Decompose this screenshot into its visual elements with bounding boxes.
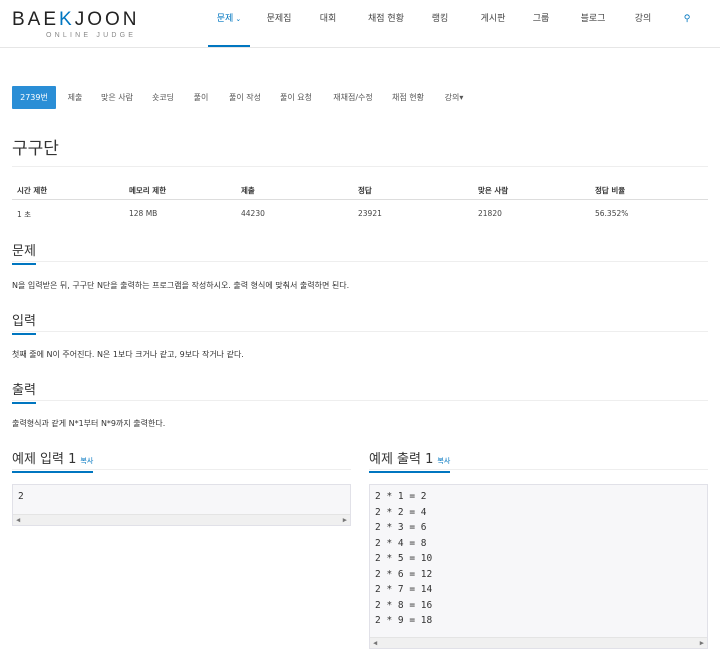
top-navbar: BAEKJOON ONLINE JUDGE 문제 ⌄ 문제집 대회 채점 현황 랭… [0, 0, 720, 48]
copy-sample-input-button[interactable]: 복사 [80, 457, 93, 465]
sample-output-content: 2 * 1 = 2 2 * 2 = 4 2 * 3 = 6 2 * 4 = 8 … [375, 491, 433, 626]
tab-short-coding[interactable]: 숏코딩 [150, 86, 176, 109]
output-text: 출력형식과 같게 N*1부터 N*9까지 출력한다. [12, 419, 166, 428]
description-section-header: 문제 [12, 240, 708, 265]
page-title: 구구단 [12, 139, 59, 159]
header-memory-limit: 메모리 제한 [129, 186, 167, 195]
scroll-right-icon[interactable]: ▶ [700, 639, 704, 647]
tab-submit[interactable]: 제출 [66, 86, 84, 109]
header-accepted: 정답 [358, 186, 372, 195]
sample-input-content: 2 [18, 491, 24, 502]
value-submissions: 44230 [241, 209, 265, 218]
description-text: N을 입력받은 뒤, 구구단 N단을 출력하는 프로그램을 작성하시오. 출력 … [12, 281, 350, 290]
tab-write-solution[interactable]: 풀이 작성 [228, 86, 262, 109]
sample-output-block[interactable]: 2 * 1 = 2 2 * 2 = 4 2 * 3 = 6 2 * 4 = 8 … [369, 484, 708, 649]
tab-accepted-users[interactable]: 맞은 사람 [100, 86, 134, 109]
horizontal-scrollbar[interactable]: ◀ ▶ [370, 637, 707, 648]
table-row: 1 초 128 MB 44230 23921 21820 56.352% [12, 204, 708, 224]
search-icon[interactable]: ⚲ [680, 0, 694, 46]
nav-item-blog[interactable]: 블로그 [579, 0, 607, 46]
value-memory-limit: 128 MB [129, 209, 158, 218]
scroll-left-icon[interactable]: ◀ [16, 516, 20, 524]
output-section-header: 출력 [12, 379, 708, 404]
nav-item-ranking[interactable]: 랭킹 [430, 0, 450, 46]
tab-request-solution[interactable]: 풀이 요청 [279, 86, 313, 109]
nav-item-problems[interactable]: 문제 ⌄ [208, 0, 250, 47]
nav-item-board[interactable]: 게시판 [478, 0, 508, 46]
scroll-right-icon[interactable]: ▶ [343, 516, 347, 524]
nav-item-lecture[interactable]: 강의 [633, 0, 653, 46]
header-accepted-users: 맞은 사람 [478, 186, 509, 195]
nav-item-status[interactable]: 채점 현황 [366, 0, 406, 46]
nav-item-contest[interactable]: 대회 [316, 0, 340, 46]
site-logo[interactable]: BAEKJOON ONLINE JUDGE [12, 9, 140, 40]
header-submissions: 제출 [241, 186, 255, 195]
title-divider [12, 166, 708, 167]
tab-solutions[interactable]: 풀이 [192, 86, 210, 109]
scroll-left-icon[interactable]: ◀ [373, 639, 377, 647]
value-accepted: 23921 [358, 209, 382, 218]
nav-item-group[interactable]: 그룹 [531, 0, 551, 46]
tab-lecture[interactable]: 강의▾ [442, 86, 466, 109]
input-section-header: 입력 [12, 310, 708, 335]
nav-item-workbook[interactable]: 문제집 [264, 0, 294, 46]
header-accept-ratio: 정답 비율 [595, 186, 626, 195]
tab-rejudge[interactable]: 재채점/수정 [331, 86, 375, 109]
sample-input-header: 예제 입력 1 복사 [12, 448, 351, 473]
horizontal-scrollbar[interactable]: ◀ ▶ [13, 514, 350, 525]
sample-output-header: 예제 출력 1 복사 [369, 448, 708, 473]
logo-wordmark: BAEKJOON [12, 9, 140, 30]
input-text: 첫째 줄에 N이 주어진다. N은 1보다 크거나 같고, 9보다 작거나 같다… [12, 350, 244, 359]
header-time-limit: 시간 제한 [17, 186, 48, 195]
problem-stats-table: 시간 제한 메모리 제한 제출 정답 맞은 사람 정답 비율 1 초 128 M… [12, 180, 708, 224]
tab-status[interactable]: 채점 현황 [391, 86, 425, 109]
chevron-down-icon: ⌄ [235, 15, 242, 23]
value-accepted-users: 21820 [478, 209, 502, 218]
value-time-limit: 1 초 [17, 210, 32, 219]
table-header-row: 시간 제한 메모리 제한 제출 정답 맞은 사람 정답 비율 [12, 180, 708, 200]
tab-problem-number[interactable]: 2739번 [12, 86, 56, 109]
copy-sample-output-button[interactable]: 복사 [437, 457, 450, 465]
logo-subtitle: ONLINE JUDGE [46, 32, 137, 39]
value-accept-ratio: 56.352% [595, 209, 629, 218]
sample-input-block[interactable]: 2 ◀ ▶ [12, 484, 351, 526]
